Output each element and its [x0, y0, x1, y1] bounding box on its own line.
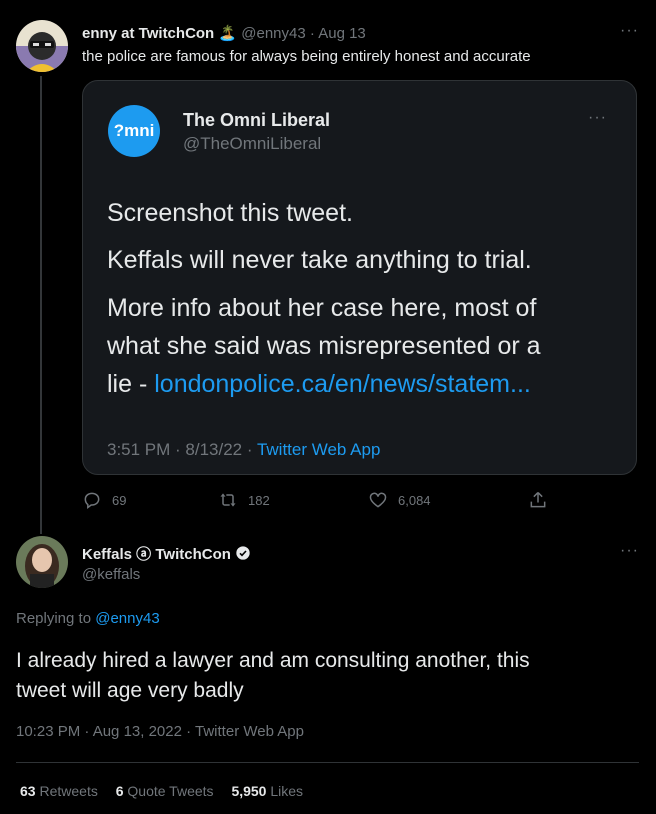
- retweet-icon: [220, 493, 236, 507]
- tweet-header: enny at TwitchCon 🏝️ @enny43 · Aug 13: [82, 24, 366, 42]
- quoted-handle[interactable]: @TheOmniLiberal: [183, 134, 321, 154]
- quoted-line-3c: lie - londonpolice.ca/en/news/statem...: [107, 365, 531, 403]
- retweets-stat[interactable]: 63 Retweets: [20, 783, 98, 799]
- omni-logo-avatar[interactable]: ?mni: [108, 105, 160, 157]
- replying-prefix: Replying to: [16, 610, 92, 627]
- reply-header: Keffals ⓐ TwitchCon: [82, 543, 251, 564]
- more-options-button[interactable]: ···: [620, 22, 639, 40]
- share-icon: [530, 491, 546, 508]
- quoted-more-options-button[interactable]: ···: [588, 109, 607, 127]
- island-emoji-icon: 🏝️: [218, 25, 238, 42]
- replying-to: Replying to @enny43: [16, 610, 160, 627]
- reply-text-line-1: I already hired a lawyer and am consulti…: [16, 649, 530, 672]
- reply-display-name[interactable]: Keffals ⓐ TwitchCon: [82, 546, 231, 563]
- quoted-line-2: Keffals will never take anything to tria…: [107, 246, 532, 274]
- avatar-keffals-icon: [16, 536, 68, 588]
- quoted-display-name[interactable]: The Omni Liberal: [183, 110, 330, 131]
- divider: [16, 762, 639, 763]
- avatar[interactable]: [16, 20, 68, 72]
- reply-icon: [84, 492, 100, 509]
- quoted-line-3a: More info about her case here, most of: [107, 294, 537, 322]
- quoted-link[interactable]: londonpolice.ca/en/news/statem...: [154, 370, 531, 398]
- retweet-action[interactable]: 182: [218, 490, 270, 510]
- avatar-enny-icon: [16, 20, 68, 72]
- tweet-date[interactable]: Aug 13: [318, 25, 366, 42]
- like-count: 6,084: [398, 492, 431, 508]
- reply-action[interactable]: 69: [82, 490, 126, 510]
- display-name[interactable]: enny at TwitchCon: [82, 25, 214, 42]
- reply-text: I already hired a lawyer and am consulti…: [16, 646, 530, 706]
- reply-count: 69: [112, 492, 127, 508]
- verified-badge-icon: [236, 546, 250, 560]
- thread-connector-line: [40, 76, 42, 534]
- quoted-timestamp[interactable]: 3:51 PM · 8/13/22 ·: [107, 440, 253, 459]
- replying-to-handle[interactable]: @enny43: [95, 610, 159, 627]
- retweet-count: 182: [248, 492, 270, 508]
- reply-more-options-button[interactable]: ···: [620, 542, 639, 560]
- separator: ·: [309, 25, 315, 42]
- quoted-source[interactable]: Twitter Web App: [257, 440, 380, 459]
- reply-handle[interactable]: @keffals: [82, 566, 140, 583]
- heart-icon: [369, 492, 387, 508]
- quoted-line-1: Screenshot this tweet.: [107, 199, 353, 227]
- quoted-line-3b: what she said was misrepresented or a: [107, 332, 541, 360]
- tweet-text: the police are famous for always being e…: [82, 48, 531, 65]
- handle[interactable]: @enny43: [241, 25, 305, 42]
- reply-timestamp[interactable]: 10:23 PM · Aug 13, 2022 · Twitter Web Ap…: [16, 723, 304, 740]
- like-action[interactable]: 6,084: [368, 490, 431, 510]
- likes-stat[interactable]: 5,950 Likes: [231, 783, 303, 799]
- tweet-stats: 63 Retweets 6 Quote Tweets 5,950 Likes: [20, 783, 303, 799]
- reply-text-line-2: tweet will age very badly: [16, 679, 244, 702]
- quoted-meta: 3:51 PM · 8/13/22 · Twitter Web App: [107, 440, 380, 460]
- quoted-line-3c-prefix: lie -: [107, 370, 155, 398]
- quote-tweets-stat[interactable]: 6 Quote Tweets: [116, 783, 214, 799]
- avatar[interactable]: [16, 536, 68, 588]
- quoted-tweet-card[interactable]: ?mni The Omni Liberal @TheOmniLiberal ··…: [82, 80, 637, 475]
- share-action[interactable]: [528, 490, 548, 510]
